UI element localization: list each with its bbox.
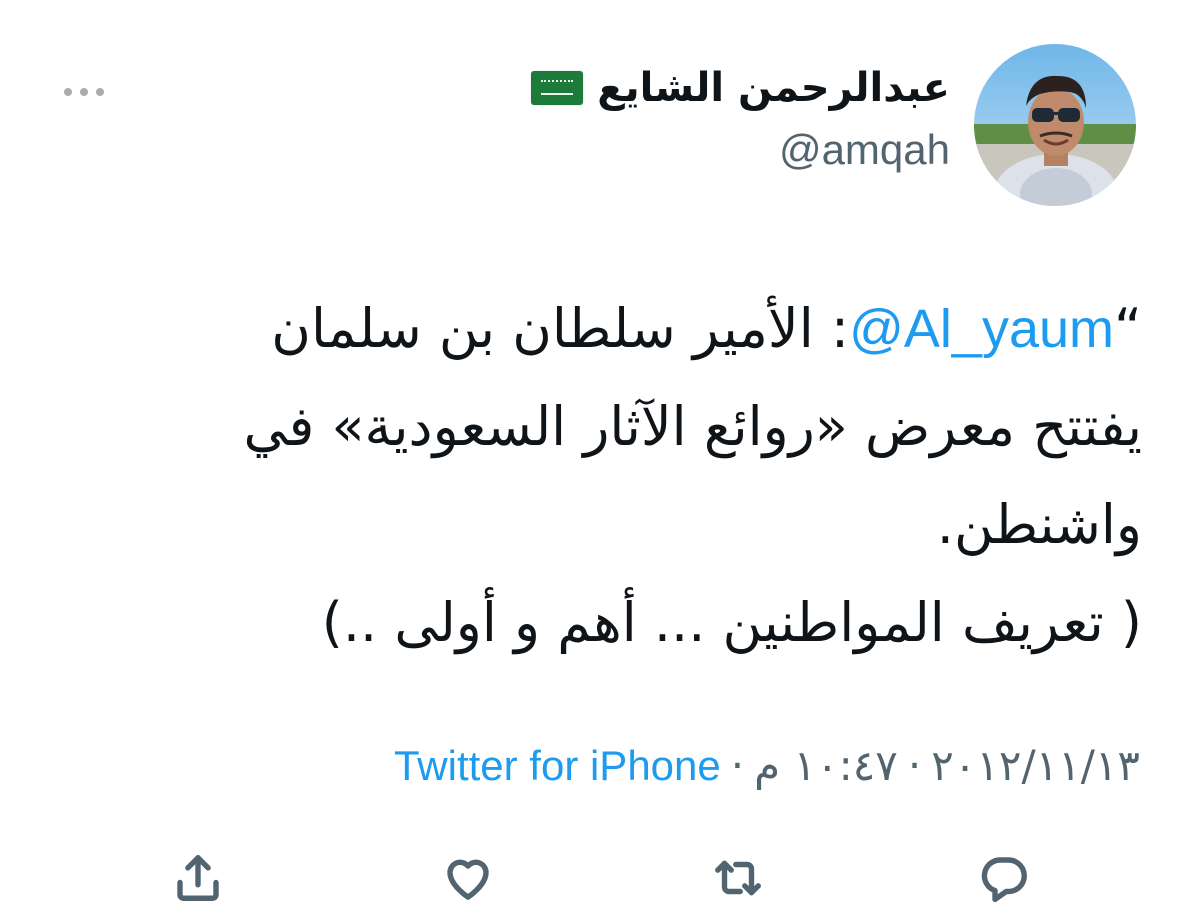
heart-icon bbox=[447, 859, 489, 900]
display-name-row: عبدالرحمن الشايع bbox=[531, 60, 950, 116]
reply-button[interactable] bbox=[974, 848, 1034, 908]
retweet-icon bbox=[715, 860, 761, 896]
tweet-line-3: واشنطن. bbox=[936, 493, 1142, 556]
like-button[interactable] bbox=[438, 848, 498, 908]
display-name[interactable]: عبدالرحمن الشايع bbox=[597, 60, 950, 116]
reply-icon bbox=[981, 857, 1027, 903]
tweet-line-1-text: : الأمير سلطان بن سلمان bbox=[271, 297, 850, 360]
avatar-image bbox=[974, 44, 1136, 206]
saudi-arabia-flag-icon bbox=[531, 71, 584, 105]
tweet-date[interactable]: ٢٠١٢/١١/١٣ bbox=[931, 741, 1140, 790]
tweet-meta: ٢٠١٢/١١/١٣·١٠:٤٧ م·Twitter for iPhone bbox=[394, 738, 1140, 794]
mention-link[interactable]: @Al_yaum bbox=[849, 299, 1114, 359]
more-dot bbox=[64, 88, 72, 96]
meta-separator: · bbox=[730, 741, 745, 790]
tweet-actions bbox=[0, 840, 1200, 910]
more-dot bbox=[96, 88, 104, 96]
flag-sword bbox=[541, 93, 574, 95]
more-options-icon[interactable] bbox=[60, 82, 108, 102]
share-icon bbox=[177, 855, 219, 901]
tweet-author[interactable]: عبدالرحمن الشايع @amqah bbox=[531, 60, 950, 174]
tweet-line-4: ( تعريف المواطنين ... أهم و أولى ..) bbox=[321, 591, 1142, 654]
tweet-line-2: يفتتح معرض «روائع الآثار السعودية» في bbox=[243, 395, 1142, 458]
avatar[interactable] bbox=[974, 44, 1136, 206]
tweet-text: “@Al_yaum: الأمير سلطان بن سلمان يفتتح م… bbox=[60, 280, 1142, 672]
tweet-line-1: “@Al_yaum: الأمير سلطان بن سلمان bbox=[60, 280, 1142, 378]
tweet-time[interactable]: ١٠:٤٧ م bbox=[754, 741, 898, 790]
more-dot bbox=[80, 88, 88, 96]
retweet-button[interactable] bbox=[708, 848, 768, 908]
tweet-source-link[interactable]: Twitter for iPhone bbox=[394, 742, 721, 789]
user-handle[interactable]: @amqah bbox=[531, 126, 950, 174]
flag-inscription bbox=[541, 80, 574, 88]
meta-separator: · bbox=[907, 741, 922, 790]
tweet-open-quote: “ bbox=[1114, 297, 1142, 360]
share-button[interactable] bbox=[168, 848, 228, 908]
